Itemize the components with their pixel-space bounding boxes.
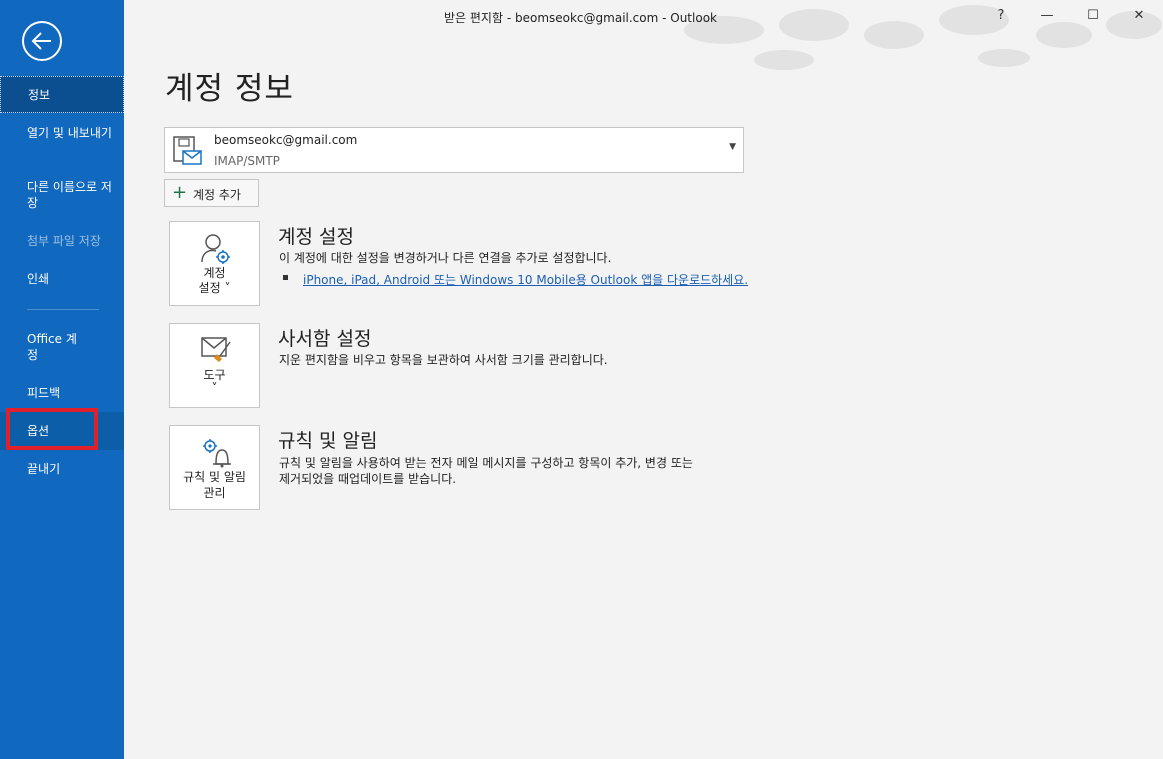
tile-label: 관리 — [203, 486, 226, 500]
add-account-button[interactable]: + 계정 추가 — [164, 179, 259, 207]
plus-icon: + — [172, 182, 188, 203]
rules-alerts-icon — [200, 436, 232, 471]
account-settings-icon — [200, 232, 232, 269]
download-outlook-app-link[interactable]: iPhone, iPad, Android 또는 Windows 10 Mobi… — [303, 271, 748, 288]
close-button[interactable]: ✕ — [1116, 0, 1162, 32]
window-title: 받은 편지함 - beomseokc@gmail.com - Outlook — [444, 11, 717, 25]
rules-alerts-title: 규칙 및 알림 — [278, 430, 378, 452]
rules-alerts-description-line-1: 규칙 및 알림을 사용하여 받는 전자 메일 메시지를 구성하고 항목이 추가,… — [279, 456, 693, 470]
sidebar-item-label: 끝내기 — [27, 462, 61, 476]
minimize-button[interactable]: — — [1024, 0, 1070, 32]
page-title: 계정 정보 — [165, 71, 294, 107]
sidebar-divider — [27, 309, 99, 310]
account-selector-dropdown[interactable]: beomseokc@gmail.com IMAP/SMTP ▼ — [164, 127, 744, 173]
account-type: IMAP/SMTP — [214, 154, 280, 168]
sidebar-item-feedback[interactable]: 피드백 — [0, 385, 124, 403]
sidebar-item-open-export[interactable]: 열기 및 내보내기 — [0, 125, 124, 161]
sidebar-item-exit[interactable]: 끝내기 — [0, 461, 124, 479]
tile-label: 설정 ˅ — [198, 281, 231, 295]
sidebar-item-save-attachments: 첨부 파일 저장 — [0, 233, 124, 251]
manage-rules-alerts-tile-button[interactable]: 규칙 및 알림 관리 — [169, 425, 260, 510]
account-settings-tile-button[interactable]: 계정 설정 ˅ — [169, 221, 260, 306]
title-bar: 받은 편지함 - beomseokc@gmail.com - Outlook ?… — [124, 0, 1163, 70]
account-settings-description: 이 계정에 대한 설정을 변경하거나 다른 연결을 추가로 설정합니다. — [279, 251, 612, 265]
account-email: beomseokc@gmail.com — [214, 133, 358, 147]
options-highlight-box — [6, 408, 98, 450]
mailbox-settings-description: 지운 편지함을 비우고 항목을 보관하여 사서함 크기를 관리합니다. — [279, 353, 608, 367]
mailbox-cleanup-icon — [200, 334, 234, 367]
tile-label: 규칙 및 알림 — [183, 470, 246, 484]
sidebar-item-label: 피드백 — [27, 386, 61, 400]
sidebar-item-label: 열기 및 내보내기 — [27, 126, 112, 140]
sidebar-item-info[interactable]: 정보 — [0, 76, 124, 113]
bullet-icon — [283, 275, 288, 280]
account-settings-title: 계정 설정 — [278, 226, 354, 248]
back-arrow-icon[interactable] — [22, 21, 62, 61]
sidebar-item-label: 첨부 파일 저장 — [27, 234, 101, 248]
sidebar-item-label: 인쇄 — [27, 272, 50, 286]
backstage-sidebar: 정보 열기 및 내보내기 다른 이름으로 저장 첨부 파일 저장 인쇄 Offi… — [0, 0, 124, 759]
add-account-label: 계정 추가 — [193, 188, 241, 202]
sidebar-item-label: Office 계정 — [27, 332, 77, 362]
rules-alerts-description-line-2: 제거되었을 때업데이트를 받습니다. — [279, 472, 457, 486]
tile-label: ˅ — [211, 381, 218, 395]
sidebar-item-office-account[interactable]: Office 계정 — [0, 331, 124, 367]
sidebar-item-label: 다른 이름으로 저장 — [27, 180, 112, 210]
maximize-button[interactable]: ☐ — [1070, 0, 1116, 32]
mailbox-settings-title: 사서함 설정 — [278, 328, 372, 350]
tile-label: 계정 — [203, 266, 226, 280]
account-mailbox-icon — [173, 136, 203, 169]
sidebar-item-print[interactable]: 인쇄 — [0, 271, 124, 289]
help-button[interactable]: ? — [978, 0, 1024, 32]
sidebar-item-save-as[interactable]: 다른 이름으로 저장 — [0, 179, 124, 215]
sidebar-item-label: 정보 — [28, 88, 51, 102]
dropdown-caret-icon: ▼ — [729, 142, 736, 152]
tools-tile-button[interactable]: 도구 ˅ — [169, 323, 260, 408]
